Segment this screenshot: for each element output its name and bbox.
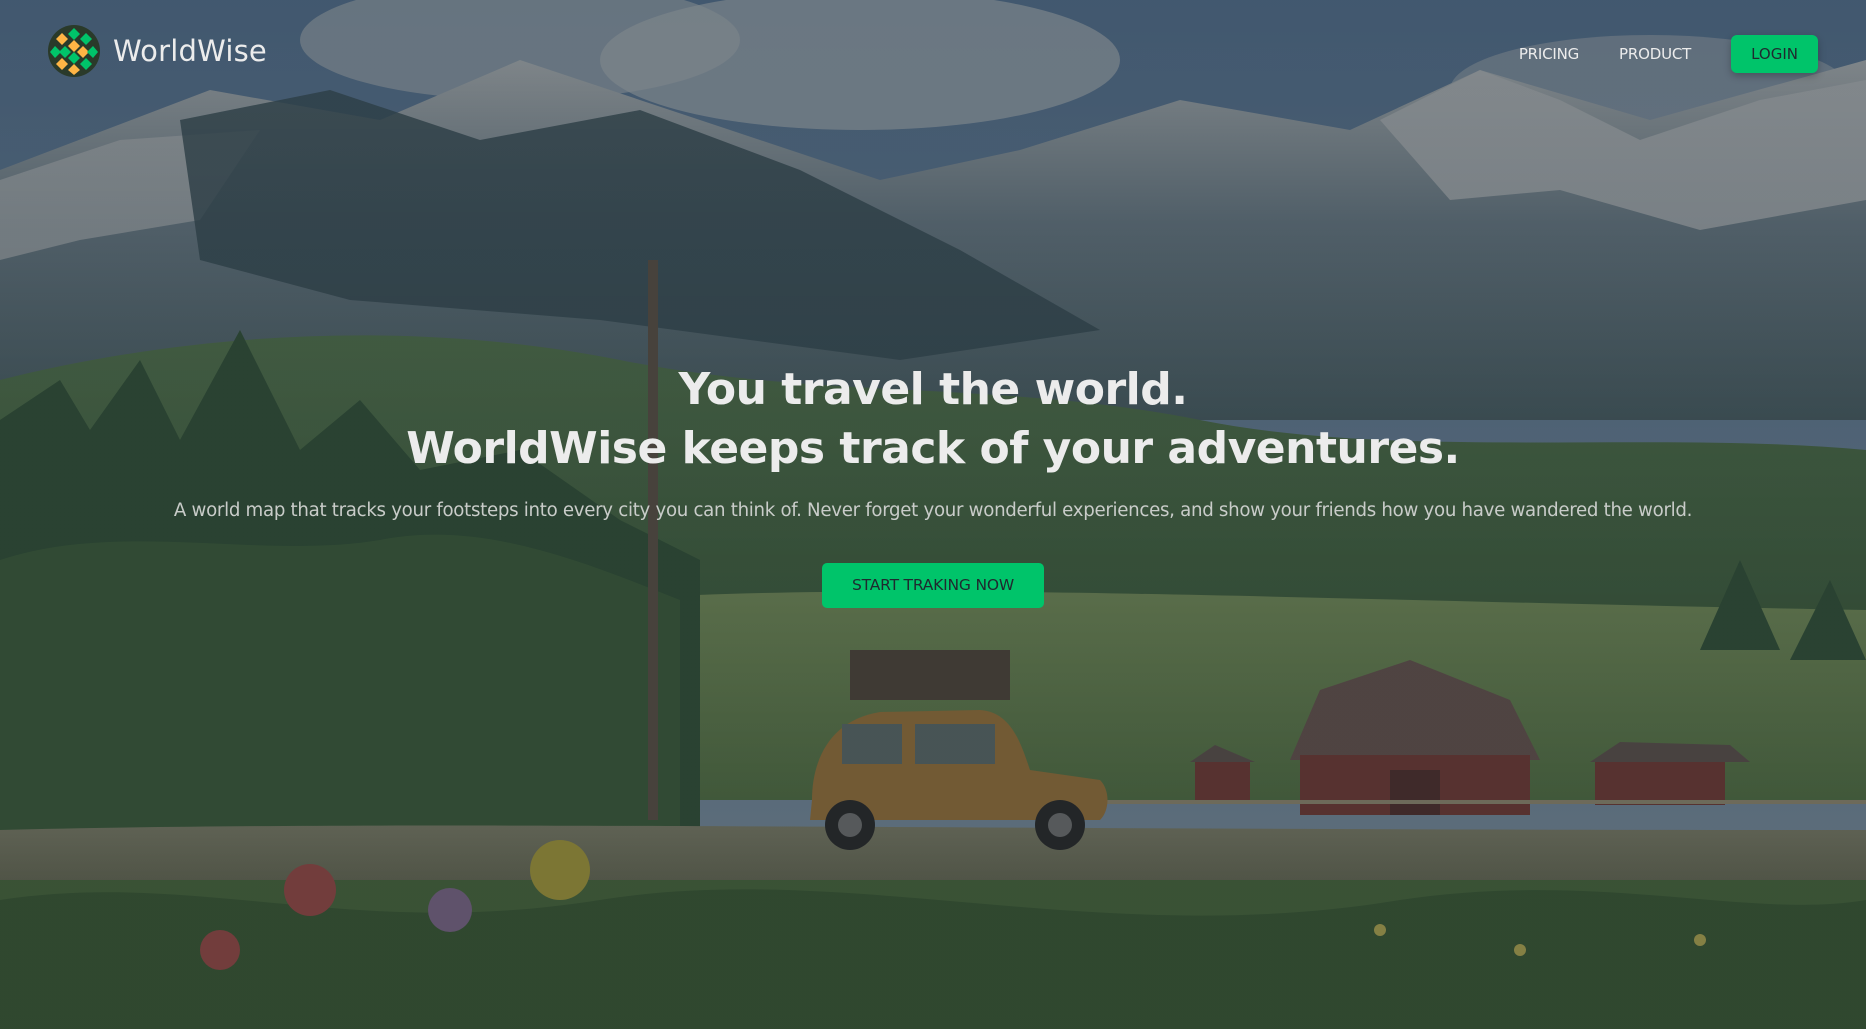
login-button[interactable]: LOGIN xyxy=(1731,35,1818,73)
hero-title: You travel the world. WorldWise keeps tr… xyxy=(0,360,1866,478)
logo-link[interactable]: WorldWise xyxy=(47,24,267,78)
start-tracking-button[interactable]: START TRAKING NOW xyxy=(822,563,1044,608)
nav-link-product[interactable]: PRODUCT xyxy=(1619,45,1691,63)
homepage: WorldWise PRICING PRODUCT LOGIN You trav… xyxy=(0,0,1866,1029)
hero-title-line-1: You travel the world. xyxy=(678,364,1188,415)
hero-subtitle: A world map that tracks your footsteps i… xyxy=(173,500,1693,521)
hero-section: You travel the world. WorldWise keeps tr… xyxy=(0,360,1866,608)
globe-logo-icon xyxy=(48,25,100,77)
top-navigation: WorldWise PRICING PRODUCT LOGIN xyxy=(0,0,1866,110)
hero-title-line-2: WorldWise keeps track of your adventures… xyxy=(406,423,1460,474)
nav-link-pricing[interactable]: PRICING xyxy=(1519,45,1579,63)
nav-links: PRICING PRODUCT LOGIN xyxy=(1519,35,1818,73)
brand-name: WorldWise xyxy=(113,34,267,68)
